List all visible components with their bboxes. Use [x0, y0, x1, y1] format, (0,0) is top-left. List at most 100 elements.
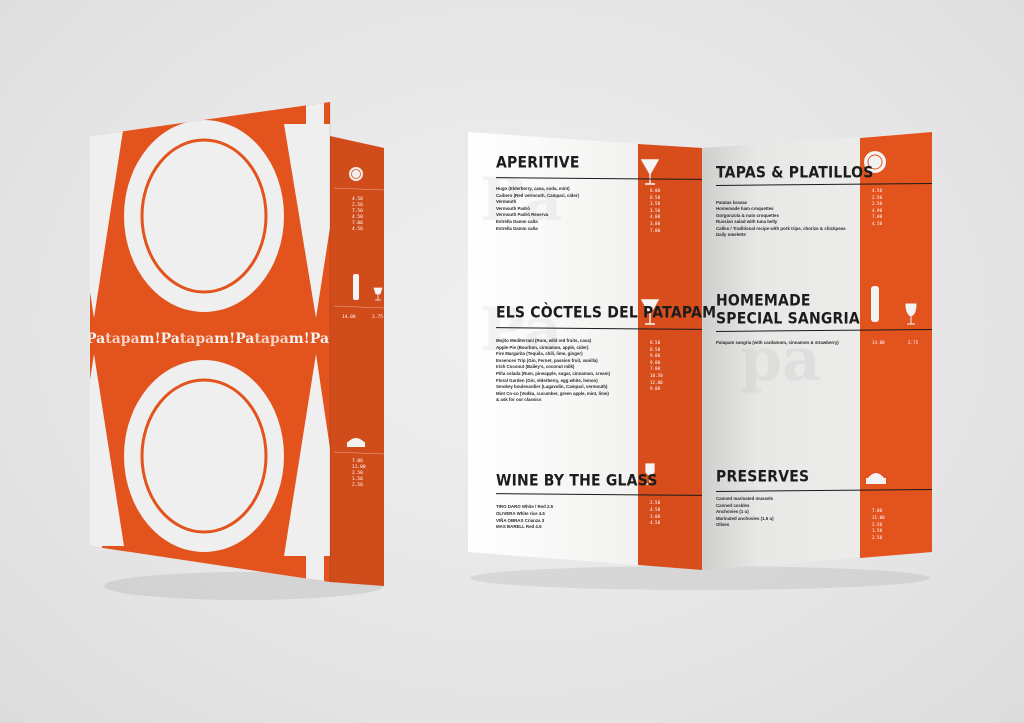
menu-item: Russian salad with tuna belly — [716, 219, 778, 225]
menu-price: 2.50 — [872, 201, 883, 207]
menu-item: Fire Margarita (Tequila, chili, lime, gi… — [496, 351, 583, 357]
menu-price: 7.00 — [650, 366, 661, 372]
svg-text:pa: pa — [740, 325, 821, 395]
menu-item: Callos / Traditional recipe with pork tr… — [716, 225, 846, 231]
sangria-item: Patapam sangria (with cardamom, cinnamon… — [716, 340, 839, 345]
menu-item: Patatas bravas — [716, 200, 747, 205]
menu-price: 3.00 — [650, 513, 661, 519]
menu-price: 2.50 — [872, 194, 883, 200]
menu-item: Canned marinated mussels — [716, 496, 774, 501]
menu-item: Smokey boulevardier (Lagavulin, Campari,… — [496, 384, 608, 390]
brand-band-fragment: Pa — [161, 331, 180, 347]
menu-price: 4.50 — [650, 506, 661, 512]
menu-item: & ask for our classics — [496, 397, 542, 403]
section-title-preserves: PRESERVES — [716, 467, 810, 486]
menu-item: VIÑA OBRAS Crianza 3 — [496, 517, 545, 523]
sangria-price-glass: 2.75 — [908, 340, 919, 345]
menu-item: OLIVERA White rice 4.5 — [496, 510, 545, 516]
menu-price: 8.50 — [650, 346, 661, 352]
menu-price: 2.50 — [650, 500, 661, 505]
menu-price: 4.50 — [872, 221, 883, 226]
menu-price: 4.50 — [650, 520, 661, 526]
menu-item: Mint Co-co (Vodka, cucumber, green apple… — [496, 390, 609, 396]
bottle-icon — [353, 274, 359, 300]
menu-item: Irish Coconut (Bailey's, coconut milk) — [496, 364, 575, 370]
folder-price: 4.50 — [352, 214, 363, 220]
folder-inner-flap: 4.502.507.504.507.004.50 14.00 2.75 7.001… — [330, 136, 384, 586]
folder-price: 14.00 — [342, 314, 356, 320]
menu-price: 8.50 — [650, 340, 661, 345]
brand-band-fragment: Pa — [86, 331, 105, 347]
menu-item: Mojito Mediterrani (Rum, wild red fruits… — [496, 338, 592, 343]
menu-price: 4.00 — [650, 214, 661, 220]
menu-price: 7.00 — [872, 508, 883, 513]
brand-band-fragment: m! — [140, 331, 161, 347]
menu-item: Estrella Damm caña — [496, 225, 538, 231]
menu-item: Olives — [716, 522, 730, 528]
folder-price: 1.50 — [352, 476, 363, 482]
menu-price: 2.50 — [872, 521, 883, 527]
folder-price: 2.50 — [352, 482, 363, 488]
menu-price: 3.50 — [650, 201, 661, 207]
menu-item: Estrella Damm caña — [496, 219, 538, 224]
folder-price: 7.50 — [352, 208, 363, 214]
menu-price: 9.00 — [650, 386, 661, 392]
section-title-sangria-2: SPECIAL SANGRIA — [716, 309, 860, 328]
bottle-icon-right — [871, 286, 879, 322]
menu-price: 7.00 — [872, 214, 883, 220]
menu-item: Anchovies (1 u) — [716, 509, 749, 515]
menu-item: Gorgonzola & nuts croquettes — [716, 212, 779, 218]
menu-item: Vermouth Padró — [496, 205, 530, 211]
menu-item: Piña colada (Rum, pineapple, sugar, cinn… — [496, 371, 610, 376]
menu-price: 9.00 — [650, 359, 661, 365]
menu-price: 8.50 — [650, 194, 661, 200]
menu-price: 10.50 — [650, 373, 663, 378]
menu-price: 1.50 — [872, 528, 883, 534]
brand-band-fragment: tapa — [254, 331, 288, 347]
section-title-sangria-1: HOMEMADE — [716, 291, 811, 310]
brand-band-fragment: tapa — [105, 331, 139, 347]
folder-price: 2.50 — [352, 202, 363, 208]
brand-band-fragment: tapa — [180, 331, 214, 347]
menu-item: Hugo (Elderberry, cava, soda, mint) — [496, 186, 570, 191]
menu-price: 12.00 — [650, 379, 663, 385]
section-title-aperitive: APERITIVE — [496, 153, 580, 172]
menu-price: 4.90 — [872, 207, 883, 213]
menu-item: MAS BARELL Red 4.5 — [496, 524, 542, 530]
folder-price: 2.75 — [372, 314, 383, 320]
folder-price: 4.50 — [352, 226, 363, 232]
brand-band-fragment: m! — [289, 331, 310, 347]
menu-item: Marinated anchovies (1.5 u) — [716, 515, 774, 521]
menu-item: TIRO DARO White / Red 2.5 — [496, 504, 554, 509]
menu-item: Vermouth Padró Reserva — [496, 212, 549, 218]
svg-text:Pa: Pa — [480, 165, 562, 235]
menu-item: Apple Pie (Bourbon, cinnamon, apple, cid… — [496, 344, 589, 350]
menu-price: 11.00 — [872, 514, 885, 520]
section-title-tapas: TAPAS & PLATILLOS — [716, 163, 874, 182]
menu-price: 7.00 — [650, 227, 661, 233]
closed-menu-folder: 4.50 2.50 7.50 4.50 7.00 4.50 14.00 2.75 7.00 1… — [84, 96, 384, 616]
menu-price: 8.00 — [650, 188, 661, 193]
menu-item: Homemade ham croquettes — [716, 206, 774, 212]
folder-price: 4.50 — [352, 196, 363, 202]
folder-price: 11.00 — [352, 464, 366, 470]
menu-item: Essences Trip (Gin, Fernet, passion frui… — [496, 357, 598, 363]
folder-price: 2.50 — [352, 470, 363, 476]
menu-item: Vermouth — [496, 199, 517, 205]
menu-price: 3.00 — [650, 221, 661, 226]
menu-price: 3.50 — [650, 207, 661, 213]
brand-band-fragment: Pa — [235, 331, 254, 347]
section-title-wine: WINE BY THE GLASS — [496, 471, 658, 490]
menu-price: 4.50 — [872, 188, 883, 193]
menu-price: 9.00 — [650, 353, 661, 359]
section-title-cocktails: ELS CÒCTELS DEL PATAPAM — [496, 303, 717, 322]
folder-price: 7.00 — [352, 458, 363, 464]
sangria-price-bottle: 14.00 — [872, 340, 885, 345]
menu-item: Floral Garden (Gin, elderberry, egg whit… — [496, 377, 598, 383]
menu-price: 2.50 — [872, 535, 883, 541]
menu-item: Canned cockles — [716, 502, 750, 508]
open-menu: Pa Pa pa APERITIVE Hugo (Elderberry, cav… — [460, 100, 940, 600]
brand-band-fragment: m! — [214, 331, 235, 347]
folder-price: 7.00 — [352, 220, 363, 226]
menu-item: Daily omelette — [716, 232, 746, 237]
